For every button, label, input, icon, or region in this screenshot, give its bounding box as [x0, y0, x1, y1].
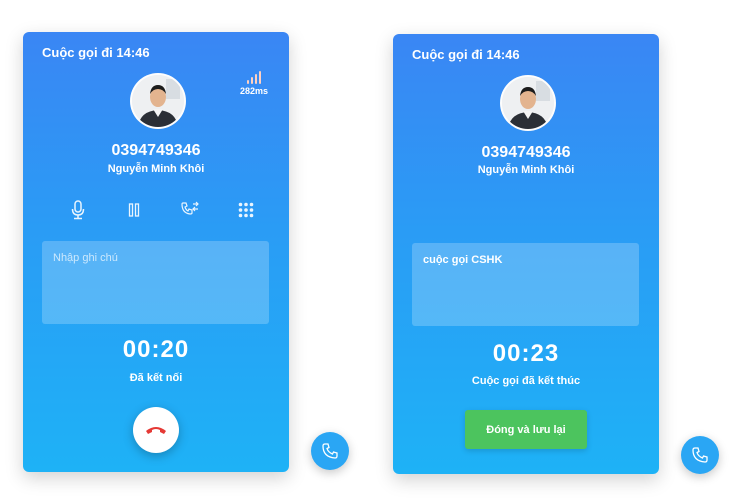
call-transfer-icon — [181, 201, 199, 215]
phone-icon — [692, 447, 708, 463]
signal-indicator: 282ms — [239, 70, 269, 96]
microphone-icon — [71, 200, 85, 220]
hold-button[interactable] — [123, 199, 145, 221]
transfer-button[interactable] — [179, 199, 201, 221]
call-status: Cuộc gọi đã kết thúc — [471, 375, 581, 387]
keypad-icon — [238, 202, 254, 218]
contact-name: Nguyễn Minh Khôi — [107, 163, 205, 175]
hangup-icon — [146, 427, 166, 434]
note-value: cuộc gọi CSHK — [423, 254, 503, 266]
hangup-button[interactable] — [133, 407, 179, 453]
pause-icon — [128, 203, 140, 217]
latency-label: 282ms — [239, 86, 269, 96]
call-timer: 00:20 — [122, 336, 190, 363]
mute-button[interactable] — [67, 199, 89, 221]
call-title: Cuộc gọi đi 14:46 — [42, 45, 150, 60]
note-input[interactable]: cuộc gọi CSHK — [412, 243, 639, 326]
active-call-panel: Cuộc gọi đi 14:46 282ms 0394749346 Nguyễ… — [23, 32, 289, 472]
phone-fab-button[interactable] — [311, 432, 349, 470]
avatar — [130, 73, 186, 129]
call-timer: 00:23 — [492, 340, 560, 367]
call-status: Đã kết nối — [129, 372, 183, 384]
avatar — [500, 75, 556, 131]
ended-call-panel: Cuộc gọi đi 14:46 0394749346 Nguyễn Minh… — [393, 34, 659, 474]
phone-number: 0394749346 — [111, 142, 201, 159]
contact-name: Nguyễn Minh Khôi — [477, 164, 575, 176]
call-controls — [67, 199, 257, 221]
phone-fab-button[interactable] — [681, 436, 719, 474]
keypad-button[interactable] — [235, 199, 257, 221]
phone-number: 0394749346 — [481, 144, 571, 161]
phone-icon — [322, 443, 338, 459]
note-placeholder: Nhập ghi chú — [53, 252, 118, 264]
close-and-save-button[interactable]: Đóng và lưu lại — [465, 410, 587, 449]
call-title: Cuộc gọi đi 14:46 — [412, 47, 520, 62]
note-input[interactable]: Nhập ghi chú — [42, 241, 269, 324]
signal-icon — [239, 70, 269, 84]
